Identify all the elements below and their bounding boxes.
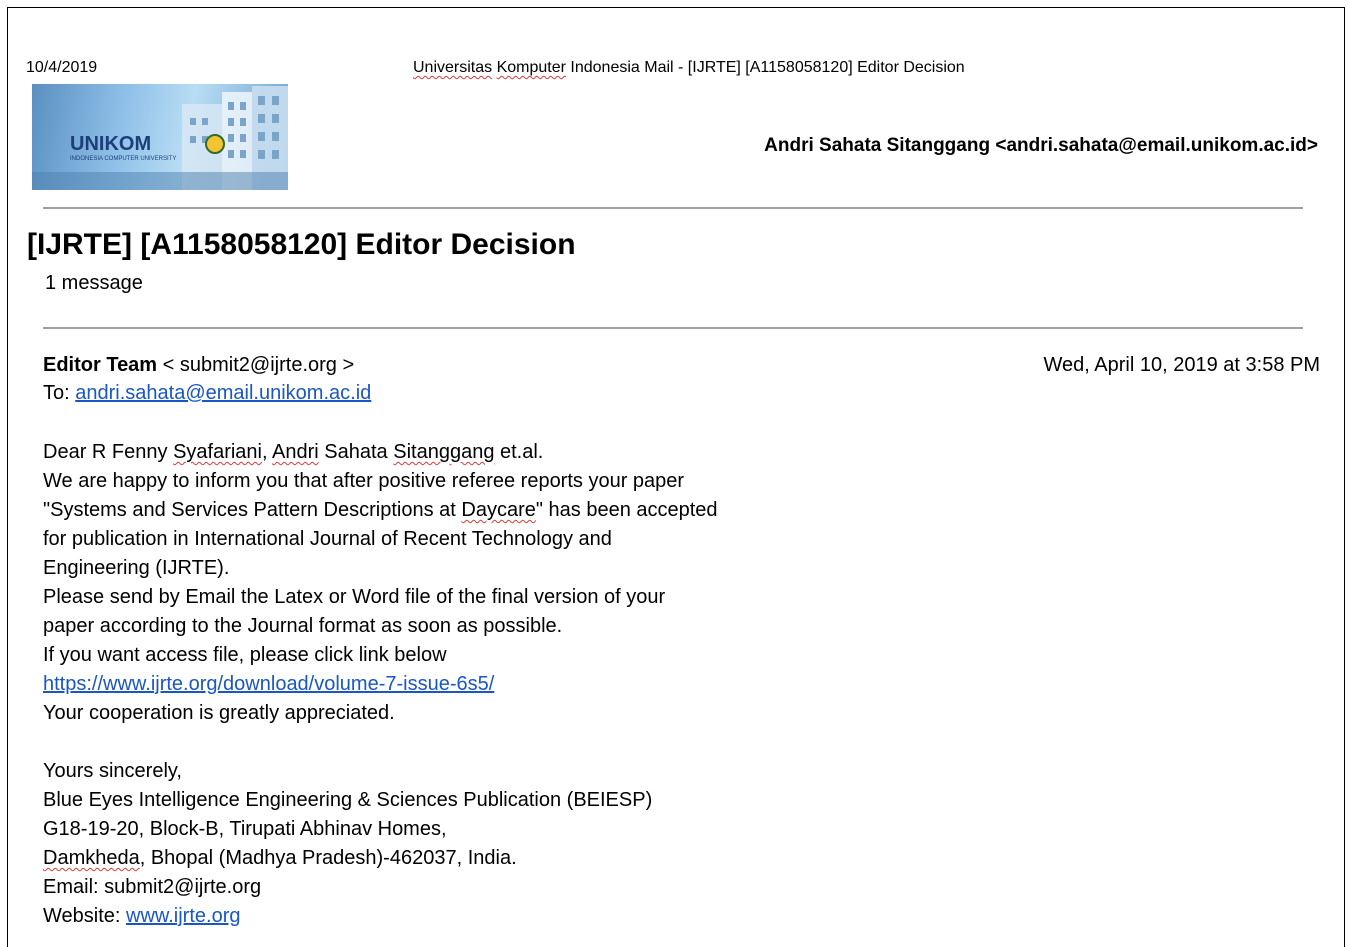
signature-line-3: G18-19-20, Block-B, Tirupati Abhinav Hom… xyxy=(43,818,447,840)
body-line-1: We are happy to inform you that after po… xyxy=(43,470,685,492)
message-sender: Editor Team < submit2@ijrte.org > xyxy=(43,354,354,377)
divider-top xyxy=(43,207,1303,209)
logo-text: UNIKOM xyxy=(70,133,151,155)
signature-address: , Bhopal (Madhya Pradesh)-462037, India. xyxy=(139,847,517,869)
message-date: Wed, April 10, 2019 at 3:58 PM xyxy=(1043,354,1320,376)
signature-website: Website: www.ijrte.org xyxy=(43,902,718,931)
body-line-4: Engineering (IJRTE). xyxy=(43,557,230,579)
unikom-logo: UNIKOM INDONESIA COMPUTER UNIVERSITY xyxy=(32,84,288,190)
body-line-2a: "Systems and Services Pattern Descriptio… xyxy=(43,499,462,521)
body-line-6: paper according to the Journal format as… xyxy=(43,615,563,637)
signature-email: Email: submit2@ijrte.org xyxy=(43,876,262,898)
body-line-8: Your cooperation is greatly appreciated. xyxy=(43,702,395,724)
greeting-sep: , xyxy=(262,441,273,463)
greeting-name-2: Andri xyxy=(272,441,319,463)
body-line-2: "Systems and Services Pattern Descriptio… xyxy=(43,496,718,525)
greeting-end: et.al. xyxy=(494,441,544,463)
print-title-word-1: Universitas xyxy=(413,59,493,76)
greeting-name-3: Sahata xyxy=(318,441,394,463)
divider-thread xyxy=(43,327,1303,329)
signature-line-2: Blue Eyes Intelligence Engineering & Sci… xyxy=(43,789,653,811)
body-line-3: for publication in International Journal… xyxy=(43,528,612,550)
body-line-5: Please send by Email the Latex or Word f… xyxy=(43,586,666,608)
to-label: To: xyxy=(43,382,76,404)
website-link[interactable]: www.ijrte.org xyxy=(126,905,240,927)
website-label: Website: xyxy=(43,905,126,927)
body-line-7: If you want access file, please click li… xyxy=(43,644,447,666)
thread-subject: [IJRTE] [A1158058120] Editor Decision xyxy=(27,228,576,261)
print-title-rest: Indonesia Mail - [IJRTE] [A1158058120] E… xyxy=(565,59,965,76)
greeting-text: Dear R Fenny xyxy=(43,441,174,463)
greeting-line: Dear R Fenny Syafariani, Andri Sahata Si… xyxy=(43,438,718,467)
greeting-name-1: Syafariani xyxy=(173,441,262,463)
signature-city: Damkheda xyxy=(43,847,140,869)
logo-subtext: INDONESIA COMPUTER UNIVERSITY xyxy=(70,156,176,162)
message-recipient: To: andri.sahata@email.unikom.ac.id xyxy=(43,382,371,405)
sender-email: < submit2@ijrte.org > xyxy=(157,354,355,376)
signature-line-4: Damkheda, Bhopal (Madhya Pradesh)-462037… xyxy=(43,844,718,873)
print-title-word-2: Komputer xyxy=(496,59,566,76)
logo-graphic: UNIKOM INDONESIA COMPUTER UNIVERSITY xyxy=(32,86,288,190)
signature-line-1: Yours sincerely, xyxy=(43,760,182,782)
print-date: 10/4/2019 xyxy=(26,59,98,76)
recipient-email-link[interactable]: andri.sahata@email.unikom.ac.id xyxy=(75,382,371,404)
download-link[interactable]: https://www.ijrte.org/download/volume-7-… xyxy=(43,673,494,695)
account-header: Andri Sahata Sitanggang <andri.sahata@em… xyxy=(764,135,1318,156)
message-body: Dear R Fenny Syafariani, Andri Sahata Si… xyxy=(43,438,718,931)
sender-name: Editor Team xyxy=(43,354,158,376)
body-line-2b: Daycare xyxy=(461,499,536,521)
body-line-2c: " has been accepted xyxy=(535,499,718,521)
print-title: Universitas Komputer Indonesia Mail - [I… xyxy=(413,59,965,77)
greeting-name-4: Sitanggang xyxy=(393,441,495,463)
message-count: 1 message xyxy=(45,272,143,294)
